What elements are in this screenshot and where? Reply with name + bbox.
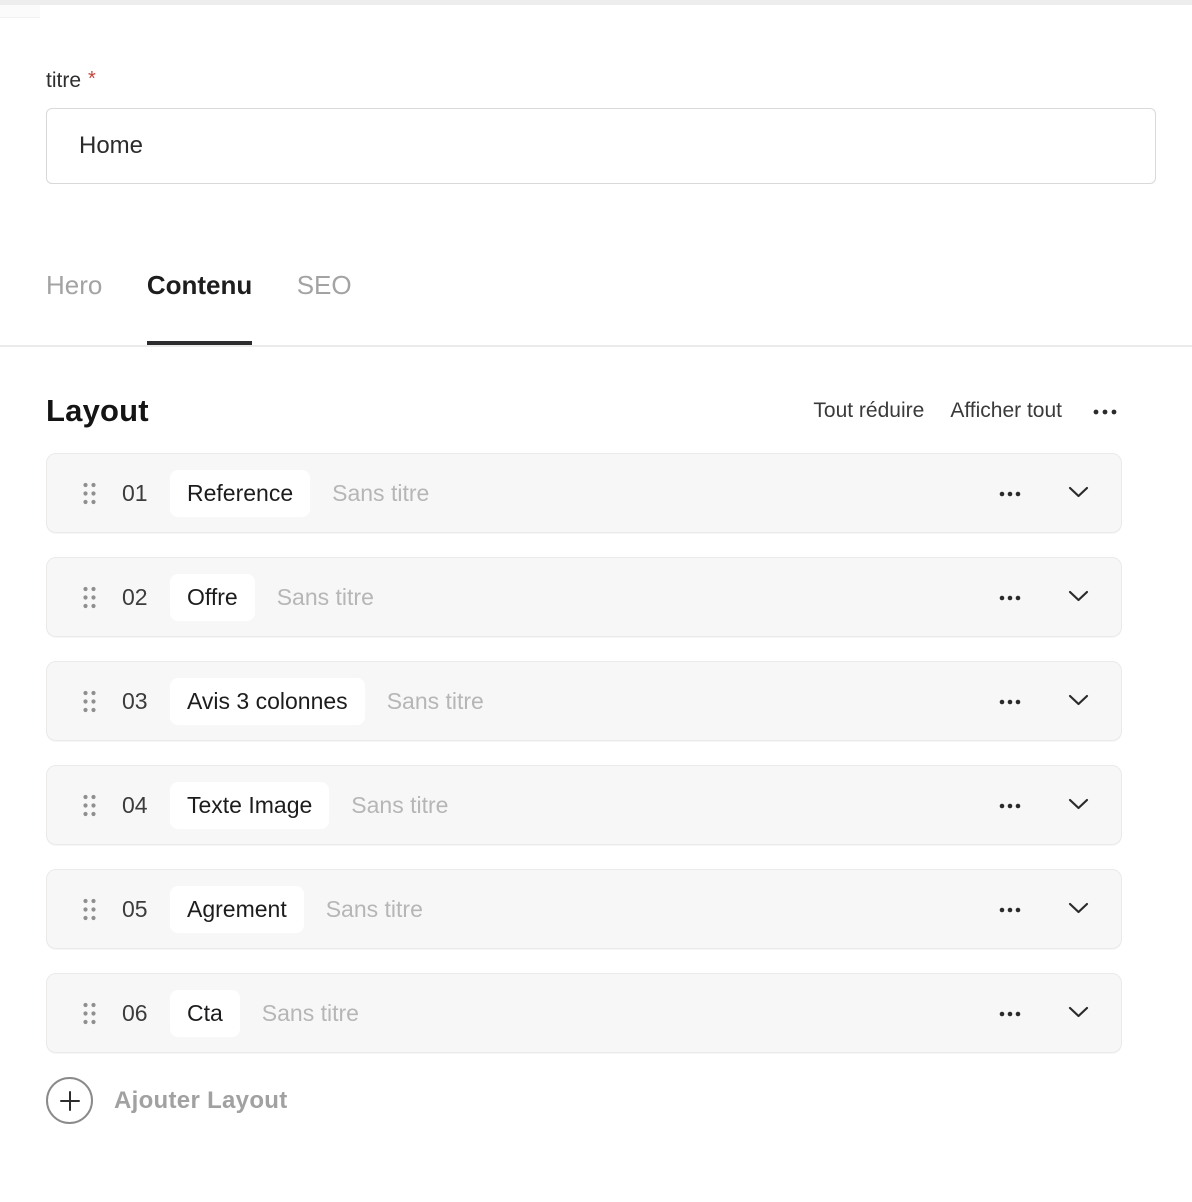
row-menu-button[interactable]	[994, 482, 1026, 505]
chevron-down-icon	[1068, 902, 1089, 917]
ellipsis-icon	[998, 486, 1022, 501]
row-collapse-button[interactable]	[1064, 898, 1093, 921]
tab-bar: Hero Contenu SEO	[0, 270, 1192, 347]
layout-section-menu-button[interactable]	[1088, 400, 1122, 423]
component-type-badge: Offre	[170, 574, 255, 621]
layout-row-06[interactable]: 06 Cta Sans titre	[46, 973, 1122, 1053]
title-field-label-row: titre *	[46, 68, 1192, 93]
row-number: 05	[122, 896, 155, 923]
row-title: Sans titre	[332, 480, 429, 507]
add-layout-button[interactable]: Ajouter Layout	[46, 1077, 1192, 1124]
row-title: Sans titre	[277, 584, 374, 611]
row-collapse-button[interactable]	[1064, 482, 1093, 505]
row-title: Sans titre	[262, 1000, 359, 1027]
row-collapse-button[interactable]	[1064, 690, 1093, 713]
tab-hero[interactable]: Hero	[46, 270, 102, 345]
component-type-badge: Agrement	[170, 886, 304, 933]
layout-row-01[interactable]: 01 Reference Sans titre	[46, 453, 1122, 533]
row-menu-button[interactable]	[994, 898, 1026, 921]
layout-section-title: Layout	[46, 393, 149, 429]
layout-section-header: Layout Tout réduire Afficher tout	[46, 393, 1122, 429]
row-title: Sans titre	[387, 688, 484, 715]
drag-handle-icon[interactable]	[81, 480, 98, 507]
layout-row-03[interactable]: 03 Avis 3 colonnes Sans titre	[46, 661, 1122, 741]
component-type-badge: Reference	[170, 470, 310, 517]
chevron-down-icon	[1068, 486, 1089, 501]
drag-handle-icon[interactable]	[81, 1000, 98, 1027]
expand-all-link[interactable]: Afficher tout	[950, 399, 1062, 423]
ellipsis-icon	[1092, 404, 1118, 419]
row-menu-button[interactable]	[994, 794, 1026, 817]
drag-handle-icon[interactable]	[81, 896, 98, 923]
ellipsis-icon	[998, 1006, 1022, 1021]
collapse-all-link[interactable]: Tout réduire	[813, 399, 924, 423]
row-menu-button[interactable]	[994, 690, 1026, 713]
tab-seo[interactable]: SEO	[297, 270, 352, 345]
component-type-badge: Cta	[170, 990, 240, 1037]
top-left-remnant	[0, 5, 40, 18]
row-collapse-button[interactable]	[1064, 794, 1093, 817]
add-layout-label: Ajouter Layout	[114, 1087, 288, 1115]
row-number: 02	[122, 584, 155, 611]
row-collapse-button[interactable]	[1064, 1002, 1093, 1025]
chevron-down-icon	[1068, 694, 1089, 709]
row-menu-button[interactable]	[994, 1002, 1026, 1025]
tab-contenu[interactable]: Contenu	[147, 270, 252, 345]
layout-row-04[interactable]: 04 Texte Image Sans titre	[46, 765, 1122, 845]
edit-page-content: titre * Hero Contenu SEO Layout Tout rédu…	[0, 68, 1192, 1124]
layout-row-02[interactable]: 02 Offre Sans titre	[46, 557, 1122, 637]
drag-handle-icon[interactable]	[81, 584, 98, 611]
ellipsis-icon	[998, 590, 1022, 605]
required-asterisk: *	[88, 68, 96, 90]
title-field-label: titre	[46, 69, 81, 93]
drag-handle-icon[interactable]	[81, 688, 98, 715]
row-number: 04	[122, 792, 155, 819]
component-type-badge: Avis 3 colonnes	[170, 678, 365, 725]
row-number: 06	[122, 1000, 155, 1027]
row-collapse-button[interactable]	[1064, 586, 1093, 609]
row-title: Sans titre	[351, 792, 448, 819]
row-title: Sans titre	[326, 896, 423, 923]
plus-icon	[46, 1077, 93, 1124]
title-input[interactable]	[46, 108, 1156, 184]
chevron-down-icon	[1068, 798, 1089, 813]
component-type-badge: Texte Image	[170, 782, 329, 829]
ellipsis-icon	[998, 694, 1022, 709]
drag-handle-icon[interactable]	[81, 792, 98, 819]
layout-section-actions: Tout réduire Afficher tout	[813, 399, 1122, 423]
chevron-down-icon	[1068, 1006, 1089, 1021]
layout-row-05[interactable]: 05 Agrement Sans titre	[46, 869, 1122, 949]
layout-rows-list: 01 Reference Sans titre 02 Offre Sans ti…	[46, 453, 1192, 1053]
row-number: 03	[122, 688, 155, 715]
ellipsis-icon	[998, 902, 1022, 917]
row-menu-button[interactable]	[994, 586, 1026, 609]
chevron-down-icon	[1068, 590, 1089, 605]
row-number: 01	[122, 480, 155, 507]
ellipsis-icon	[998, 798, 1022, 813]
top-scroll-strip	[0, 0, 1192, 5]
